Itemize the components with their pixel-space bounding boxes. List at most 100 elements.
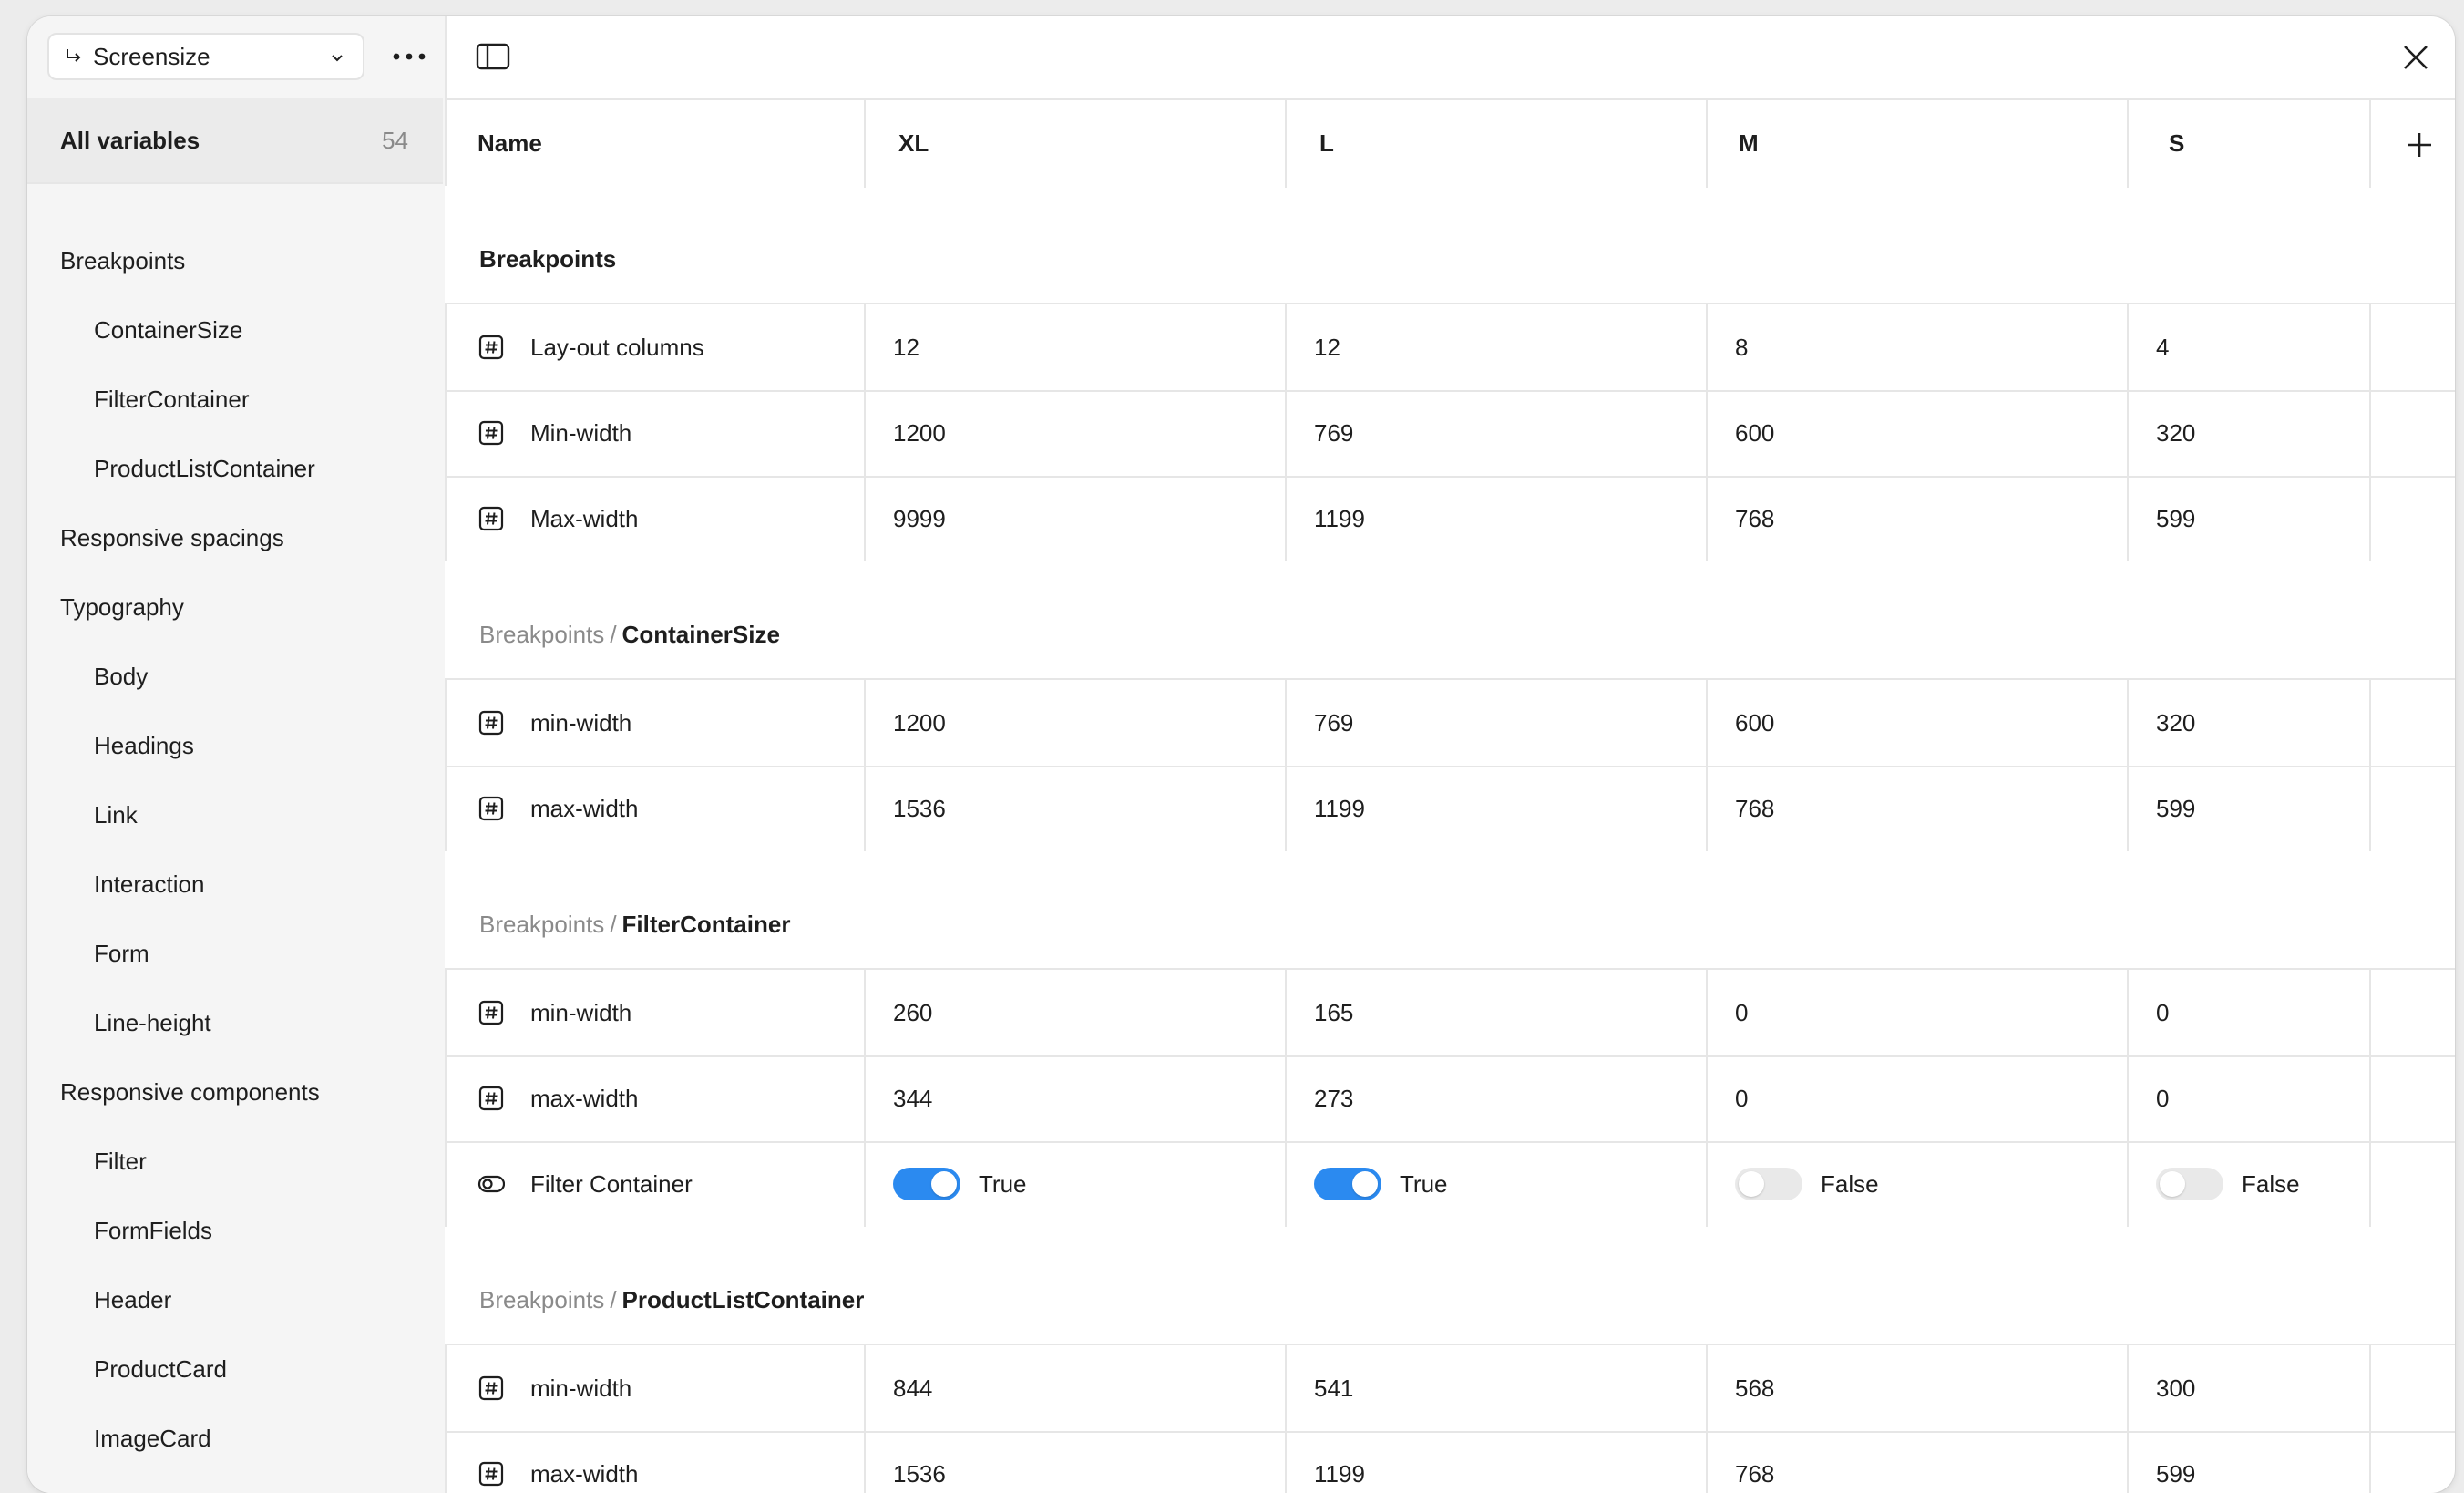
sidebar-group-item[interactable]: ContainerSize xyxy=(27,295,443,365)
variable-value-cell[interactable]: 260 xyxy=(864,970,1285,1055)
variable-value-cell[interactable]: 12 xyxy=(864,304,1285,390)
variable-value-cell[interactable]: 768 xyxy=(1706,476,2127,561)
sidebar-group-label: Responsive spacings xyxy=(60,524,284,551)
variable-value-cell[interactable]: 1536 xyxy=(864,766,1285,851)
variable-row[interactable]: Lay-out columns 12 12 8 4 xyxy=(445,304,2455,392)
add-mode-icon[interactable] xyxy=(2404,129,2435,160)
collection-select[interactable]: Screensize xyxy=(47,33,364,80)
sidebar-group-item[interactable]: ImageCard xyxy=(27,1404,443,1473)
variable-value-cell[interactable]: 1536 xyxy=(864,1431,1285,1493)
sidebar-group-item[interactable]: Typography xyxy=(27,572,443,642)
sidebar-group-item[interactable]: Responsive spacings xyxy=(27,503,443,572)
variable-value-cell[interactable]: 300 xyxy=(2127,1345,2369,1431)
sidebar-group-item[interactable]: Line-height xyxy=(27,988,443,1057)
variable-value-cell[interactable]: True xyxy=(864,1141,1285,1227)
variable-value-cell[interactable]: 1199 xyxy=(1285,476,1706,561)
column-divider xyxy=(864,100,866,188)
boolean-toggle[interactable] xyxy=(1314,1168,1381,1200)
sidebar-group-label: Headings xyxy=(94,732,194,759)
sidebar-group-item[interactable]: FormFields xyxy=(27,1196,443,1265)
variable-value-cell[interactable]: False xyxy=(1706,1141,2127,1227)
variable-value-cell[interactable]: 844 xyxy=(864,1345,1285,1431)
variable-value-cell[interactable]: True xyxy=(1285,1141,1706,1227)
column-header-s[interactable]: S xyxy=(2127,100,2369,186)
sidebar-group-item[interactable]: ProductListContainer xyxy=(27,434,443,503)
sidebar-group-item[interactable]: Body xyxy=(27,642,443,711)
variable-value-cell[interactable]: 599 xyxy=(2127,1431,2369,1493)
column-divider xyxy=(2369,680,2371,851)
variable-name-cell[interactable]: min-width xyxy=(445,1345,864,1431)
variable-value-cell[interactable]: False xyxy=(2127,1141,2369,1227)
sidebar-group-item[interactable]: Filter xyxy=(27,1127,443,1196)
variable-value-cell[interactable]: 273 xyxy=(1285,1055,1706,1141)
variable-name-cell[interactable]: max-width xyxy=(445,1055,864,1141)
sidebar-group-item[interactable]: Interaction xyxy=(27,849,443,919)
variable-value-cell[interactable]: 769 xyxy=(1285,390,1706,476)
sidebar-group-item[interactable]: Link xyxy=(27,780,443,849)
variable-value-cell[interactable]: 320 xyxy=(2127,390,2369,476)
variable-value-cell[interactable]: 0 xyxy=(1706,970,2127,1055)
variable-name-cell[interactable]: Lay-out columns xyxy=(445,304,864,390)
variable-name-cell[interactable]: Min-width xyxy=(445,390,864,476)
variable-value: 768 xyxy=(1735,1459,1775,1488)
sidebar-group-item[interactable]: ProductCard xyxy=(27,1334,443,1404)
variable-row[interactable]: max-width 1536 1199 768 599 xyxy=(445,1431,2455,1493)
variable-value-cell[interactable]: 768 xyxy=(1706,1431,2127,1493)
column-header-m[interactable]: M xyxy=(1706,100,2127,186)
variable-row[interactable]: min-width 1200 769 600 320 xyxy=(445,680,2455,767)
variable-row[interactable]: Filter Container True True False False xyxy=(445,1141,2455,1229)
variable-value-cell[interactable]: 1200 xyxy=(864,680,1285,766)
variable-name-cell[interactable]: max-width xyxy=(445,766,864,851)
boolean-toggle[interactable] xyxy=(2156,1168,2223,1200)
sidebar-group-item[interactable]: Form xyxy=(27,919,443,988)
variable-value-cell[interactable]: 600 xyxy=(1706,680,2127,766)
variable-value-cell[interactable]: 541 xyxy=(1285,1345,1706,1431)
column-header-l[interactable]: L xyxy=(1285,100,1706,186)
variable-row[interactable]: Min-width 1200 769 600 320 xyxy=(445,390,2455,478)
variable-value-cell[interactable]: 599 xyxy=(2127,476,2369,561)
sidebar-group-item[interactable]: Breakpoints xyxy=(27,226,443,295)
sidebar-group-item[interactable]: Headings xyxy=(27,711,443,780)
variable-value-cell[interactable]: 344 xyxy=(864,1055,1285,1141)
variable-name: Lay-out columns xyxy=(530,333,704,361)
sidebar-group-item[interactable]: Header xyxy=(27,1265,443,1334)
variable-value-cell[interactable]: 4 xyxy=(2127,304,2369,390)
variable-value-cell[interactable]: 1199 xyxy=(1285,766,1706,851)
number-variable-icon xyxy=(478,335,504,360)
variable-value-cell[interactable]: 165 xyxy=(1285,970,1706,1055)
sidebar-group-item[interactable]: Responsive components xyxy=(27,1057,443,1127)
boolean-toggle[interactable] xyxy=(1735,1168,1802,1200)
variable-row[interactable]: max-width 344 273 0 0 xyxy=(445,1055,2455,1143)
variable-value-cell[interactable]: 1199 xyxy=(1285,1431,1706,1493)
variable-value-cell[interactable]: 320 xyxy=(2127,680,2369,766)
variable-name-cell[interactable]: Filter Container xyxy=(445,1141,864,1227)
sidebar-group-item[interactable]: FilterContainer xyxy=(27,365,443,434)
variable-value-cell[interactable]: 9999 xyxy=(864,476,1285,561)
column-divider xyxy=(2127,970,2129,1227)
variable-name-cell[interactable]: min-width xyxy=(445,680,864,766)
variable-value-cell[interactable]: 12 xyxy=(1285,304,1706,390)
variable-value-cell[interactable]: 0 xyxy=(2127,1055,2369,1141)
sidebar-toggle-icon[interactable] xyxy=(476,42,510,71)
all-variables-item[interactable]: All variables 54 xyxy=(27,98,443,184)
variable-value-cell[interactable]: 568 xyxy=(1706,1345,2127,1431)
variable-row[interactable]: Max-width 9999 1199 768 599 xyxy=(445,476,2455,563)
variable-value-cell[interactable]: 0 xyxy=(1706,1055,2127,1141)
variable-name-cell[interactable]: max-width xyxy=(445,1431,864,1493)
variable-value-cell[interactable]: 1200 xyxy=(864,390,1285,476)
variable-value-cell[interactable]: 0 xyxy=(2127,970,2369,1055)
column-header-xl[interactable]: XL xyxy=(864,100,1285,186)
variable-row[interactable]: max-width 1536 1199 768 599 xyxy=(445,766,2455,853)
variable-name-cell[interactable]: Max-width xyxy=(445,476,864,561)
variable-name-cell[interactable]: min-width xyxy=(445,970,864,1055)
variable-value-cell[interactable]: 8 xyxy=(1706,304,2127,390)
variable-row[interactable]: min-width 844 541 568 300 xyxy=(445,1345,2455,1433)
variable-value-cell[interactable]: 599 xyxy=(2127,766,2369,851)
variable-row[interactable]: min-width 260 165 0 0 xyxy=(445,970,2455,1057)
more-options-button[interactable] xyxy=(390,42,428,71)
variable-value-cell[interactable]: 769 xyxy=(1285,680,1706,766)
close-icon[interactable] xyxy=(2400,42,2431,73)
boolean-toggle[interactable] xyxy=(893,1168,960,1200)
variable-value-cell[interactable]: 600 xyxy=(1706,390,2127,476)
variable-value-cell[interactable]: 768 xyxy=(1706,766,2127,851)
